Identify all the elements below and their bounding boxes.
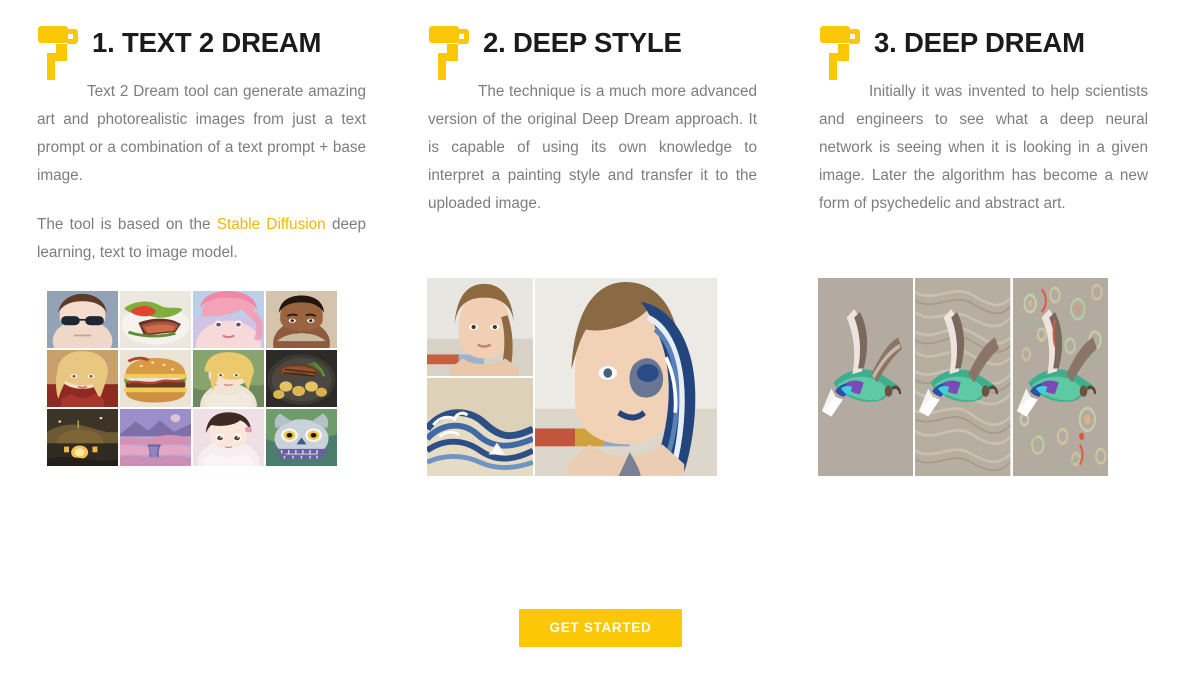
paragraph: Initially it was invented to help scient… [819,78,1148,218]
great-wave-style-reference [427,378,533,476]
deep-style-example[interactable] [427,278,758,476]
get-started-button[interactable]: GET STARTED [518,609,683,647]
grid-tile[interactable] [120,350,191,407]
source-portrait-photo [427,278,533,376]
sample-image-ornate-owl [266,409,337,466]
sample-image-man-with-glasses [47,291,118,348]
deep-dream-pass-two[interactable] [1012,278,1108,476]
grid-tile[interactable] [193,291,264,348]
grid-tile[interactable] [47,350,118,407]
grid-tile[interactable] [120,291,191,348]
paragraph-text: Initially it was invented to help scient… [819,83,1148,212]
feature-body-2: The technique is a much more advanced ve… [427,78,758,218]
sample-image-blonde-woman-in-red [47,350,118,407]
sample-image-fantasy-cottage [47,409,118,466]
paragraph-text: The technique is a much more advanced ve… [428,83,757,212]
style-transfer-result[interactable] [535,278,717,476]
paint-roller-icon [820,26,860,80]
grid-tile[interactable] [193,409,264,466]
paragraph-text: Text 2 Dream tool can generate amazing a… [37,83,366,184]
sample-image-bacon-cheeseburger [120,350,191,407]
text-2-dream-samples-grid[interactable] [36,291,367,466]
sample-image-pink-mountain-river [120,409,191,466]
image-grid [47,291,337,466]
sample-image-grilled-meat-potatoes [266,350,337,407]
hummingbird-deep-dream-patterns [1012,278,1108,476]
paint-roller-icon [38,26,78,80]
feature-body-3: Initially it was invented to help scient… [818,78,1149,218]
feature-columns: 1. TEXT 2 DREAM Text 2 Dream tool can ge… [0,0,1201,476]
sample-image-steak-plate [120,291,191,348]
features-page: 1. TEXT 2 DREAM Text 2 Dream tool can ge… [0,0,1201,688]
stable-diffusion-link[interactable]: Stable Diffusion [217,216,326,233]
grid-tile[interactable] [266,350,337,407]
paragraph: The technique is a much more advanced ve… [428,78,757,218]
sample-image-pink-fantasy-woman [193,291,264,348]
sample-image-golden-fantasy-woman [193,350,264,407]
feature-heading-row-3: 3. DEEP DREAM [818,0,1149,80]
sample-image-anime-portrait [193,409,264,466]
page-title: 2. DEEP STYLE [483,27,682,58]
grid-tile[interactable] [266,291,337,348]
deep-dream-panels [818,278,1108,476]
paragraph-text: The tool is based on the [37,216,217,233]
feature-column-deep-style: 2. DEEP STYLE The technique is a much mo… [427,0,758,476]
feature-column-text-2-dream: 1. TEXT 2 DREAM Text 2 Dream tool can ge… [36,0,367,466]
feature-body-1: Text 2 Dream tool can generate amazing a… [36,78,367,267]
deep-dream-example[interactable] [818,278,1149,476]
feature-heading-row-1: 1. TEXT 2 DREAM [36,0,367,80]
cta-section: GET STARTED [0,609,1201,647]
deep-dream-pass-one[interactable] [915,278,1011,476]
hummingbird-swirl-dream [915,278,1011,476]
paragraph: Text 2 Dream tool can generate amazing a… [37,78,366,190]
paragraph: The tool is based on the Stable Diffusio… [37,211,366,267]
style-transfer-source-photo[interactable] [427,278,533,376]
grid-tile[interactable] [47,409,118,466]
style-transfer-panels [427,278,717,476]
sample-image-young-man-portrait [266,291,337,348]
page-title: 3. DEEP DREAM [874,27,1085,58]
deep-dream-original[interactable] [818,278,914,476]
paint-roller-icon [429,26,469,80]
original-hummingbird-photo [818,278,914,476]
feature-heading-row-2: 2. DEEP STYLE [427,0,758,80]
page-title: 1. TEXT 2 DREAM [92,27,322,58]
grid-tile[interactable] [266,409,337,466]
grid-tile[interactable] [193,350,264,407]
stylized-portrait-result [535,278,717,476]
grid-tile[interactable] [47,291,118,348]
style-transfer-inputs [427,278,533,476]
grid-tile[interactable] [120,409,191,466]
style-transfer-style-reference[interactable] [427,378,533,476]
feature-column-deep-dream: 3. DEEP DREAM Initially it was invented … [818,0,1149,476]
